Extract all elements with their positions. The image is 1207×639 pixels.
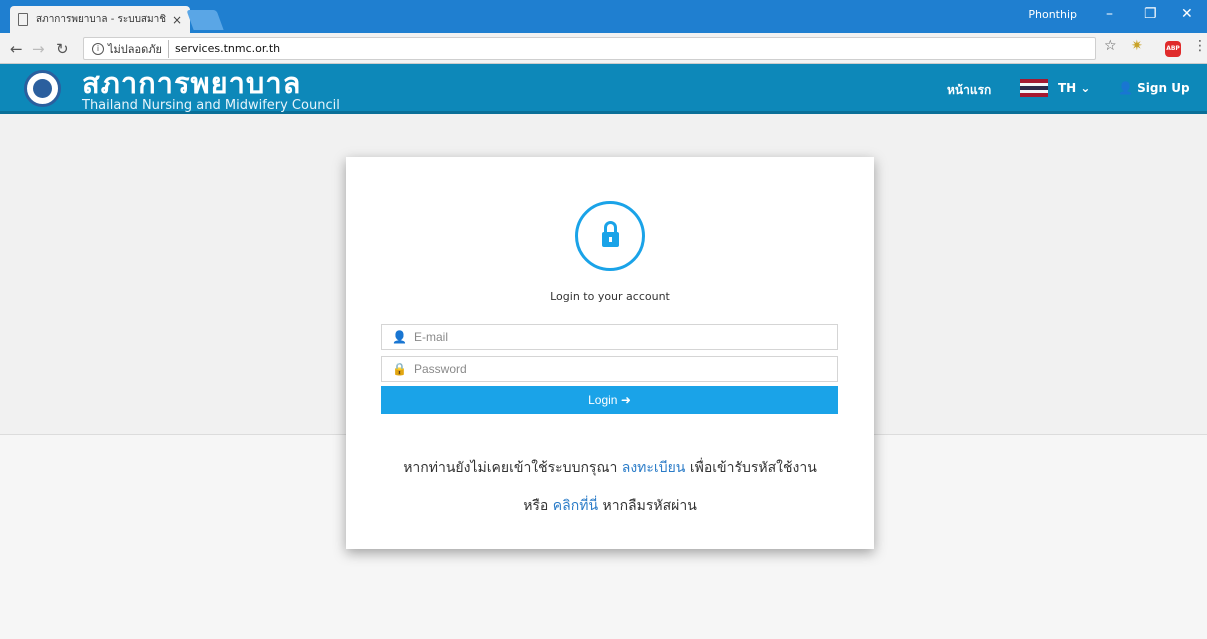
close-window-icon[interactable]: ✕ (1181, 6, 1193, 22)
restore-icon[interactable]: ❐ (1144, 6, 1157, 22)
forgot-prefix: หรือ (523, 498, 549, 514)
browser-titlebar: สภาการพยาบาล - ระบบสมาชิก × Phonthip – ❐… (0, 0, 1207, 33)
info-icon[interactable]: i (92, 42, 104, 55)
login-heading: Login to your account (550, 290, 670, 303)
menu-icon[interactable]: ⋮ (1193, 38, 1207, 54)
signup-label: Sign Up (1137, 81, 1190, 95)
adblock-icon[interactable]: ABP (1165, 41, 1181, 57)
language-label: TH (1058, 81, 1077, 95)
brand-subtitle: Thailand Nursing and Midwifery Council (82, 98, 340, 113)
register-link[interactable]: ลงทะเบียน (622, 460, 686, 476)
brand-title[interactable]: สภาการพยาบาล (82, 66, 301, 100)
register-text: หากท่านยังไม่เคยเข้าใช้ระบบกรุณา ลงทะเบี… (346, 457, 874, 479)
browser-tab[interactable]: สภาการพยาบาล - ระบบสมาชิก × (10, 6, 190, 33)
security-label: ไม่ปลอดภัย (108, 39, 169, 58)
extension-icon[interactable]: ✷ (1131, 38, 1143, 54)
email-field[interactable]: 👤 (381, 324, 838, 350)
close-tab-icon[interactable]: × (172, 13, 182, 27)
forgot-password-link[interactable]: คลิกที่นี่ (553, 498, 598, 514)
new-tab-button[interactable] (186, 10, 224, 30)
address-bar[interactable]: i ไม่ปลอดภัย services.tnmc.or.th (83, 37, 1096, 60)
login-button[interactable]: Login ➜ (381, 386, 838, 414)
home-link[interactable]: หน้าแรก (947, 81, 991, 100)
back-icon[interactable]: ← (10, 40, 23, 58)
forgot-suffix: หากลืมรหัสผ่าน (602, 498, 697, 514)
url-text[interactable]: services.tnmc.or.th (169, 42, 280, 55)
register-prefix: หากท่านยังไม่เคยเข้าใช้ระบบกรุณา (403, 460, 618, 476)
forward-icon[interactable]: → (32, 40, 45, 58)
add-user-icon: 👤 (1118, 81, 1133, 95)
login-card: Login to your account 👤 🔒 Login ➜ หากท่า… (346, 157, 874, 549)
language-selector[interactable]: TH ⌄ (1058, 81, 1090, 95)
signup-link[interactable]: 👤 Sign Up (1118, 81, 1190, 95)
password-input[interactable] (414, 362, 814, 376)
lock-icon (575, 201, 645, 271)
thai-flag-icon[interactable] (1020, 79, 1048, 97)
password-field[interactable]: 🔒 (381, 356, 838, 382)
page-icon (18, 13, 28, 26)
arrow-right-icon: ➜ (620, 393, 631, 407)
chevron-down-icon: ⌄ (1080, 81, 1091, 95)
profile-name[interactable]: Phonthip (1028, 8, 1077, 21)
reload-icon[interactable]: ↻ (56, 40, 69, 58)
browser-toolbar: ← → ↻ i ไม่ปลอดภัย services.tnmc.or.th (0, 33, 1207, 64)
minimize-icon[interactable]: – (1106, 6, 1113, 22)
email-input[interactable] (414, 330, 814, 344)
tab-title: สภาการพยาบาล - ระบบสมาชิก (36, 14, 166, 25)
register-suffix: เพื่อเข้ารับรหัสใช้งาน (689, 460, 817, 476)
council-seal-logo[interactable] (24, 70, 61, 107)
login-label: Login (588, 393, 618, 407)
star-icon[interactable]: ☆ (1104, 38, 1117, 54)
adblock-label: ABP (1166, 45, 1180, 52)
user-icon: 👤 (392, 330, 407, 344)
forgot-text: หรือ คลิกที่นี่ หากลืมรหัสผ่าน (346, 495, 874, 517)
padlock-icon: 🔒 (392, 362, 407, 376)
